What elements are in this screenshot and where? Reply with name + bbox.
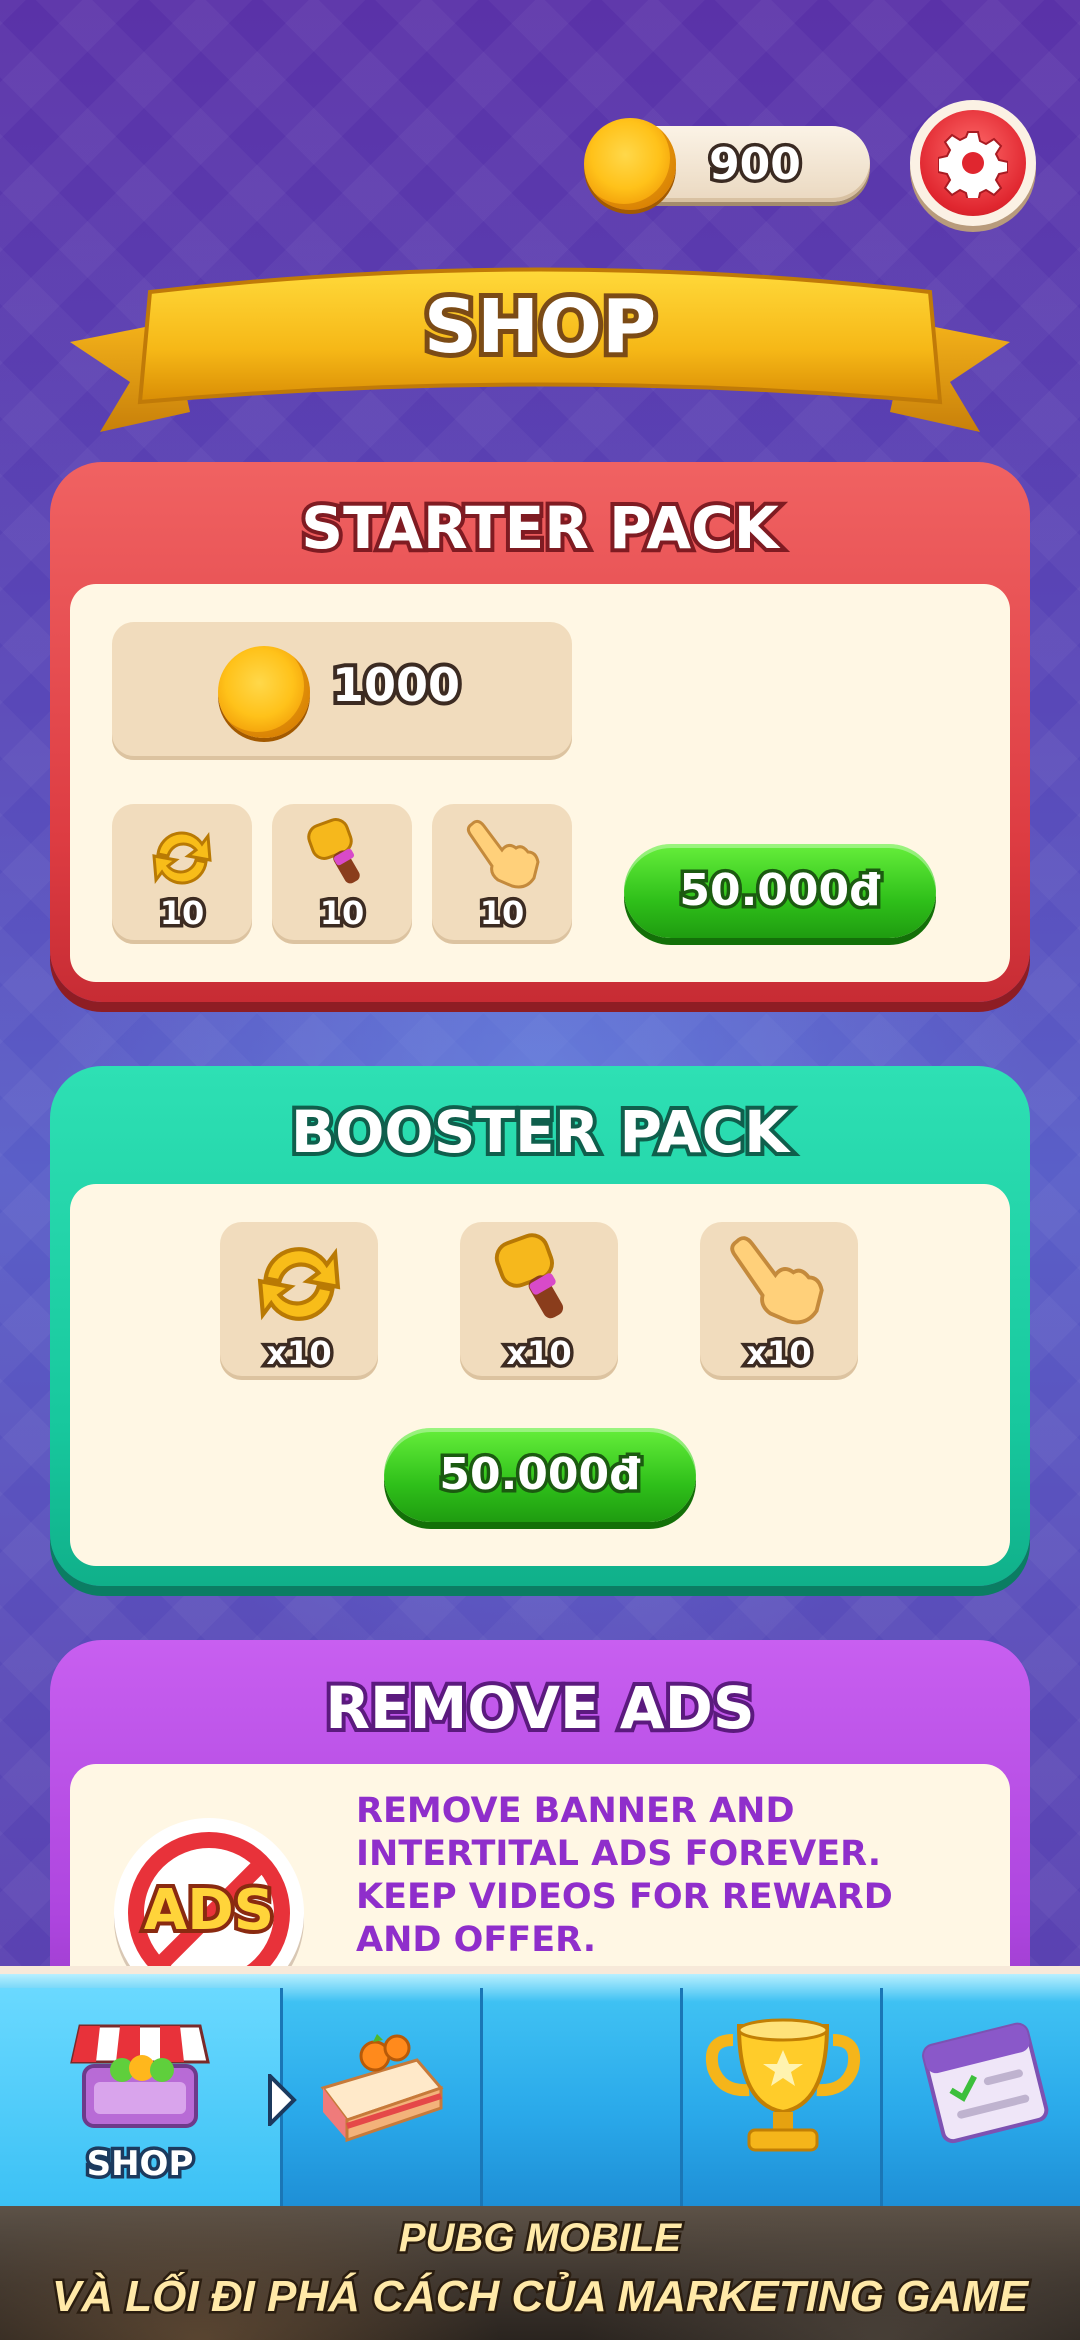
ads-badge-label: ADS (140, 1874, 278, 1947)
ad-banner-line1: PUBG MOBILE (396, 2214, 683, 2263)
starter-item-count: 10 (476, 891, 528, 936)
hammer-icon (494, 1233, 564, 1319)
starter-pack-content: 1000 10 10 10 50.000đ (70, 584, 1010, 982)
hammer-icon (307, 818, 360, 884)
booster-item-hand: x10 (700, 1222, 858, 1380)
coin-icon (584, 118, 676, 210)
remove-ads-description: REMOVE BANNER AND INTERTITAL ADS FOREVER… (356, 1791, 893, 1960)
starter-item-refresh: 10 (112, 804, 252, 944)
tab-leaderboard[interactable] (683, 1988, 880, 2206)
starter-item-hammer: 10 (272, 804, 412, 944)
booster-item-hammer: x10 (460, 1222, 618, 1380)
ad-banner-line2: VÀ LỐI ĐI PHÁ CÁCH CỦA MARKETING GAME (49, 2270, 1030, 2324)
refresh-icon (257, 1247, 341, 1321)
tab-levels[interactable] (283, 1988, 480, 2206)
pointing-hand-icon (466, 819, 540, 889)
gear-icon (920, 110, 1026, 216)
trophy-icon (706, 2018, 860, 2152)
starter-coins-slot: 1000 (112, 622, 572, 760)
booster-item-count: x10 (743, 1331, 815, 1376)
starter-item-count: 10 (156, 891, 208, 936)
remove-ads-title: REMOVE ADS (321, 1670, 758, 1746)
settings-button[interactable] (910, 100, 1036, 226)
booster-pack-buy-button[interactable]: 50.000đ (384, 1428, 696, 1522)
booster-item-count: x10 (503, 1331, 575, 1376)
tab-empty[interactable] (483, 1988, 680, 2206)
booster-pack-title: BOOSTER PACK (287, 1094, 793, 1170)
starter-item-hand: 10 (432, 804, 572, 944)
booster-pack-card: BOOSTER PACK x10 x10 x10 50.000đ (50, 1066, 1030, 1586)
pointing-hand-icon (730, 1236, 824, 1325)
cake-icon (320, 2034, 444, 2143)
coin-balance-value: 900 (706, 136, 805, 194)
starter-coins-amount: 1000 (328, 654, 464, 716)
starter-item-count: 10 (316, 891, 368, 936)
starter-pack-title: STARTER PACK (297, 490, 782, 566)
refresh-icon (152, 831, 212, 885)
booster-item-refresh: x10 (220, 1222, 378, 1380)
calendar-icon (922, 2022, 1049, 2144)
tab-shop-label: SHOP (83, 2141, 197, 2188)
starter-pack-card: STARTER PACK 1000 10 10 10 50.000đ (50, 462, 1030, 1002)
coin-icon (218, 646, 310, 738)
booster-item-count: x10 (263, 1331, 335, 1376)
page-title: SHOP (419, 279, 661, 375)
tab-daily[interactable] (883, 1988, 1080, 2206)
starter-pack-buy-button[interactable]: 50.000đ (624, 844, 936, 938)
shop-icon (70, 2024, 210, 2128)
booster-pack-content: x10 x10 x10 50.000đ (70, 1184, 1010, 1566)
